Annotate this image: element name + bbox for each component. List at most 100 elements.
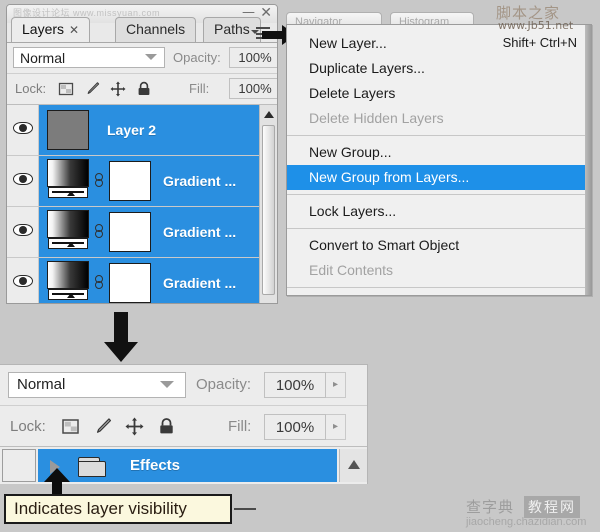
blend-mode-select[interactable]: Normal (13, 47, 165, 68)
lock-all-icon[interactable] (156, 416, 177, 437)
layer-mask-thumbnail[interactable] (109, 212, 151, 252)
opacity-input[interactable]: 100% (229, 47, 277, 68)
folder-icon (78, 457, 106, 477)
lock-image-pixels-icon[interactable] (83, 80, 101, 98)
layer-thumbnail[interactable] (47, 110, 89, 150)
tab-layers[interactable]: Layers ✕ (11, 17, 91, 43)
watermark-bottom-url: jiaocheng.chazidian.com (466, 516, 587, 528)
gradient-bar-icon (48, 289, 88, 300)
tooltip-text: Indicates layer visibility (14, 499, 187, 518)
tab-layers-label: Layers (22, 21, 65, 37)
layers-panel: 图像设计论坛 www.missyuan.com — ✕ Layers ✕ Chan… (6, 4, 278, 304)
layer-thumbnail[interactable] (47, 261, 89, 300)
link-icon[interactable] (95, 224, 103, 240)
eye-icon[interactable] (13, 223, 33, 237)
watermark-menu-url: www.Jb51.net (498, 19, 574, 32)
layer-mask-thumbnail[interactable] (109, 161, 151, 201)
layer-thumbnail[interactable] (47, 210, 89, 249)
bottom-blend-row: Normal Opacity: 100% ▸ (0, 365, 367, 403)
menu-item-lock-layers[interactable]: Lock Layers... (287, 199, 591, 224)
menu-item-convert-to-smart-object[interactable]: Convert to Smart Object (287, 233, 591, 258)
divider (0, 405, 367, 406)
scroll-up-icon[interactable] (348, 460, 360, 469)
eye-icon[interactable] (13, 121, 33, 135)
eye-icon[interactable] (13, 172, 33, 186)
menu-item-delete-hidden-layers: Delete Hidden Layers (287, 106, 591, 131)
menu-scrollbar[interactable] (585, 25, 591, 295)
eye-icon[interactable] (13, 274, 33, 288)
layer-visibility-toggle[interactable] (7, 258, 39, 303)
opacity-label: Opacity: (196, 376, 252, 393)
menu-separator (287, 194, 591, 195)
lock-all-icon[interactable] (135, 80, 153, 98)
menu-item-label: Lock Layers... (309, 203, 397, 219)
chevron-down-icon[interactable] (160, 381, 174, 388)
opacity-stepper-icon[interactable]: ▸ (326, 372, 346, 398)
group-list-scrollbar[interactable] (339, 449, 367, 482)
menu-item-shortcut: Shift+ Ctrl+N (502, 35, 577, 50)
bottom-lock-row: Lock: Fill: 100% ▸ (0, 407, 367, 445)
lock-image-pixels-icon[interactable] (92, 416, 113, 437)
table-row[interactable]: Gradient ... (7, 156, 277, 207)
fill-input[interactable]: 100% (229, 78, 277, 99)
lock-position-icon[interactable] (124, 416, 145, 437)
tab-channels-label: Channels (126, 21, 186, 37)
scrollbar-thumb[interactable] (262, 125, 275, 295)
menu-item-label: Edit Contents (309, 262, 394, 278)
fill-stepper-icon[interactable]: ▸ (326, 414, 346, 440)
watermark-menu: 脚本之家 www.Jb51.net (494, 2, 598, 32)
menu-item-label: Convert to Smart Object (309, 237, 460, 253)
menu-item-new-group-from-layers[interactable]: New Group from Layers... (287, 165, 591, 190)
menu-item-new-layer[interactable]: New Layer... Shift+ Ctrl+N (287, 31, 591, 56)
fill-input[interactable]: 100% (264, 414, 326, 440)
tab-close-icon[interactable]: ✕ (69, 23, 79, 37)
layer-thumbnail[interactable] (47, 159, 89, 198)
menu-separator (287, 135, 591, 136)
lock-position-icon[interactable] (109, 80, 127, 98)
watermark-bottom-badge: 教程网 (524, 496, 580, 518)
divider (0, 446, 367, 447)
fill-label: Fill: (189, 81, 210, 96)
layer-visibility-toggle[interactable] (7, 105, 39, 155)
layer-visibility-toggle[interactable] (7, 156, 39, 206)
watermark-bottom: 查字典 教程网 jiaocheng.chazidian.com (466, 496, 596, 530)
link-icon[interactable] (95, 275, 103, 291)
menu-item-delete-layers[interactable]: Delete Layers (287, 81, 591, 106)
group-row-selection[interactable]: Effects (38, 449, 337, 482)
menu-item-duplicate-layers[interactable]: Duplicate Layers... (287, 56, 591, 81)
menu-item-new-group[interactable]: New Group... (287, 140, 591, 165)
tab-channels[interactable]: Channels (115, 17, 197, 43)
arrow-down-annotation (104, 312, 138, 362)
gradient-bar-icon (48, 187, 88, 198)
chevron-down-icon[interactable] (145, 54, 157, 60)
blend-mode-row: Normal Opacity: 100% ▸ (7, 43, 277, 73)
layer-visibility-toggle[interactable] (7, 207, 39, 257)
table-row[interactable]: Layer 2 (7, 105, 277, 156)
gradient-bar-icon (48, 238, 88, 249)
menu-item-label: New Layer... (309, 35, 387, 51)
tooltip-leader-line (234, 508, 256, 510)
scroll-up-icon[interactable] (264, 111, 274, 118)
link-icon[interactable] (95, 173, 103, 189)
tooltip-indicates-layer-visibility: Indicates layer visibility (4, 494, 232, 524)
lock-transparent-pixels-icon[interactable] (57, 80, 75, 98)
menu-separator (287, 228, 591, 229)
table-row[interactable]: Gradient ... (7, 258, 277, 303)
layers-panel-flyout-menu: New Layer... Shift+ Ctrl+N Duplicate Lay… (286, 24, 592, 296)
layer-name: Layer 2 (107, 122, 157, 138)
table-row[interactable]: Gradient ... (7, 207, 277, 258)
menu-item-label: Delete Hidden Layers (309, 110, 444, 126)
opacity-input[interactable]: 100% (264, 372, 326, 398)
bottom-layers-panel: Normal Opacity: 100% ▸ Lock: Fill: 100% … (0, 364, 368, 484)
layer-name: Gradient ... (163, 173, 237, 189)
opacity-label: Opacity: (173, 50, 221, 65)
layer-visibility-toggle[interactable] (2, 449, 36, 482)
menu-item-label: New Group from Layers... (309, 169, 470, 185)
layer-list-scrollbar[interactable] (259, 105, 277, 303)
menu-separator (287, 287, 591, 288)
lock-row: Lock: Fill: 100% ▸ (7, 74, 277, 104)
layer-mask-thumbnail[interactable] (109, 263, 151, 303)
tab-paths-label: Paths (214, 21, 250, 37)
lock-transparent-pixels-icon[interactable] (60, 416, 81, 437)
group-name: Effects (130, 457, 181, 474)
